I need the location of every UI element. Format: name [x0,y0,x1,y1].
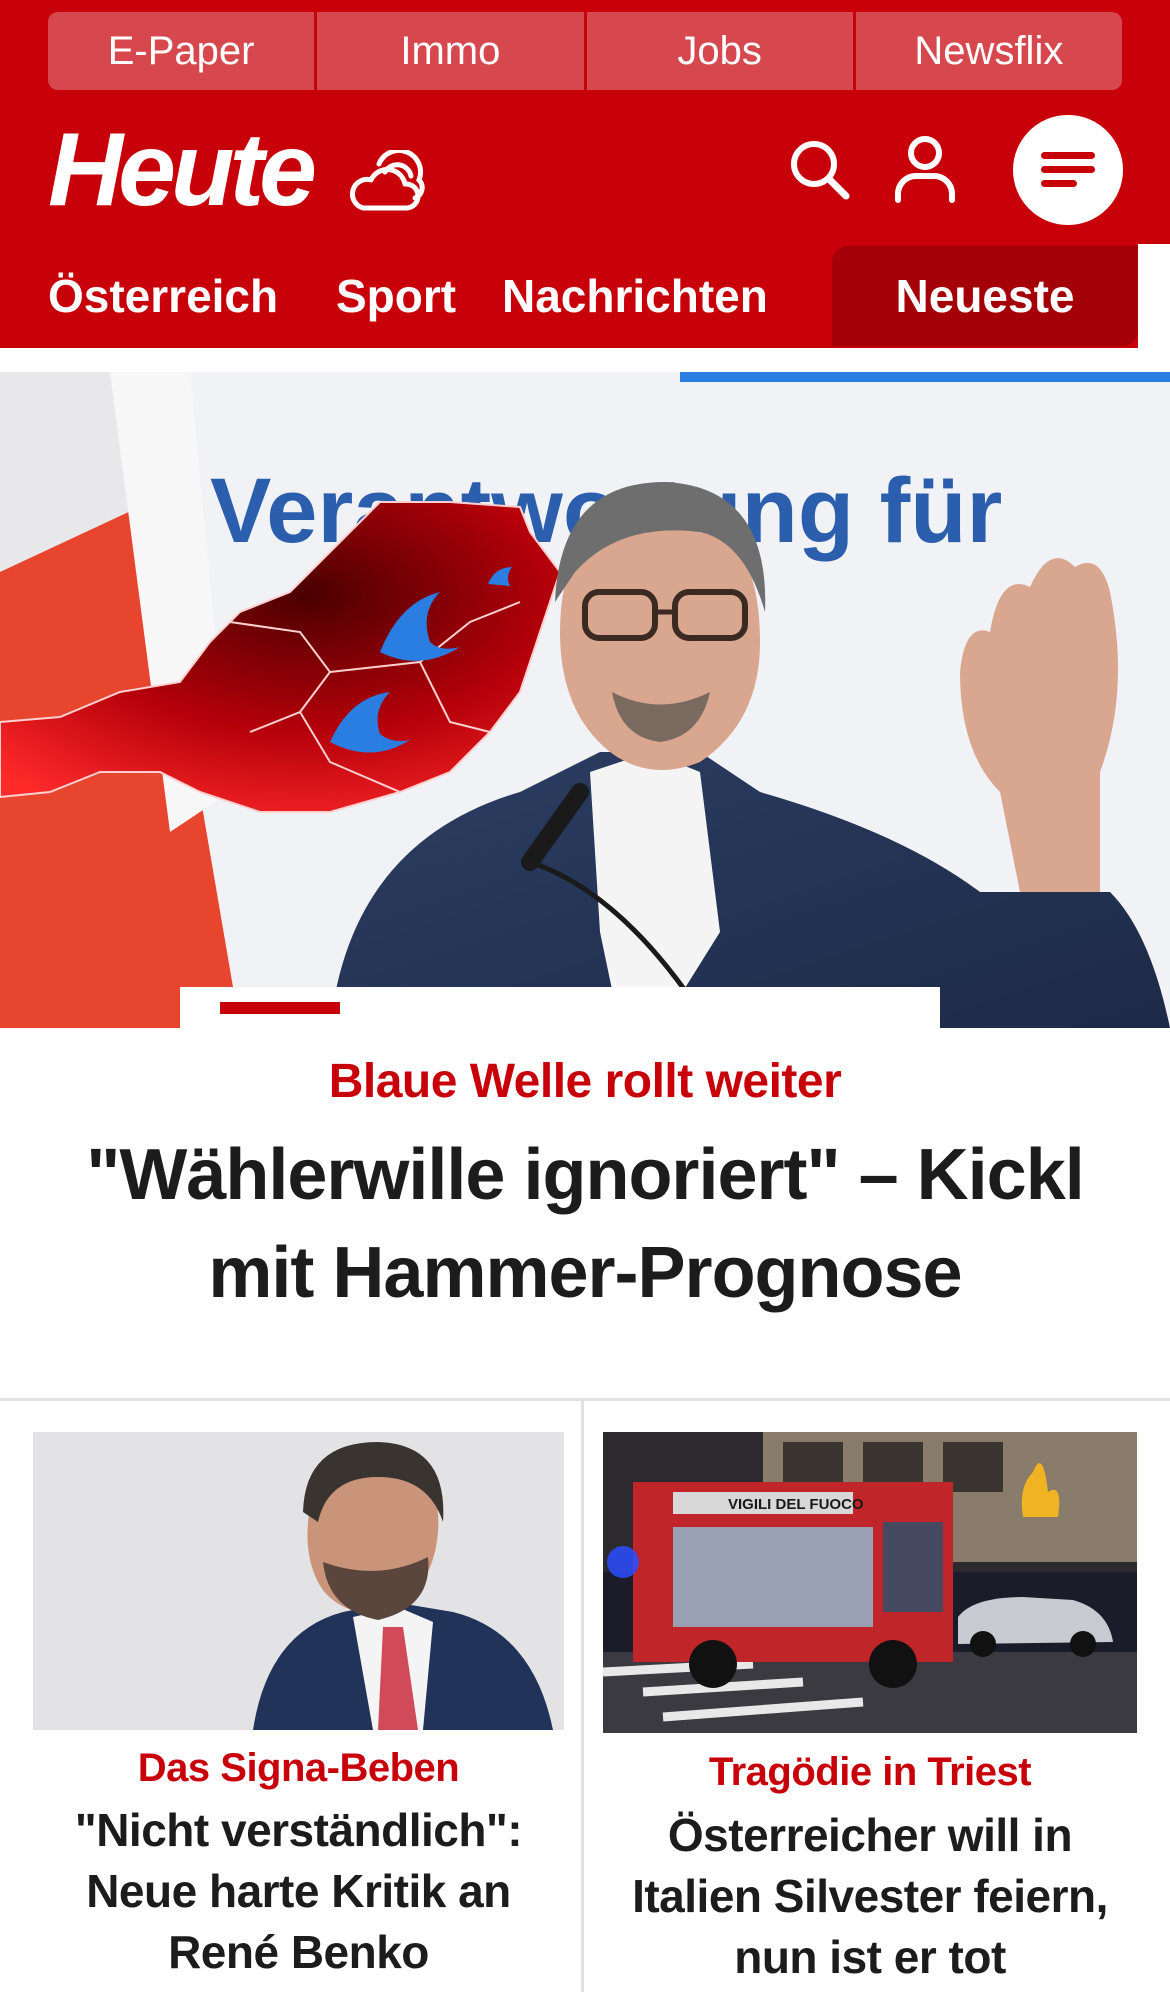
user-icon[interactable] [892,134,958,204]
card-headline-triest[interactable]: Österreicher will in Italien Silvester f… [603,1805,1137,1988]
card-headline-benko[interactable]: "Nicht verständlich": Neue harte Kritik … [33,1800,564,1983]
menu-button[interactable] [1013,115,1123,225]
nav-tab-sport[interactable]: Sport [336,244,456,348]
card-photo-fire-truck: VIGILI DEL FUOCO [603,1432,1137,1733]
card-image-triest[interactable]: VIGILI DEL FUOCO [603,1432,1137,1733]
hero-headline[interactable]: "Wählerwille ignoriert" – Kickl mit Hamm… [40,1126,1130,1322]
divider-horizontal [0,1398,1170,1401]
divider-vertical [581,1400,584,1992]
utility-link-epaper[interactable]: E-Paper [48,12,318,90]
nav-tab-neueste[interactable]: Neueste [832,246,1138,346]
nav-tab-oesterreich[interactable]: Österreich [48,244,278,348]
utility-link-immo[interactable]: Immo [317,12,587,90]
section-nav: Österreich Sport Nachrichten Neueste [0,244,1138,348]
site-header: E-Paper Immo Jobs Newsflix Heute Österre… [0,0,1170,348]
utility-link-jobs[interactable]: Jobs [586,12,856,90]
header-edge [1138,244,1170,348]
heute-logo[interactable]: Heute [48,118,317,222]
hero-photo-illustration: Verantwortung für [0,372,1170,1028]
card-kicker-triest[interactable]: Tragödie in Triest [603,1750,1137,1795]
search-icon[interactable] [786,136,852,202]
hero-image[interactable]: Verantwortung für [0,372,1170,1028]
hero-kicker[interactable]: Blaue Welle rollt weiter [0,1054,1170,1109]
utility-nav: E-Paper Immo Jobs Newsflix [48,12,1122,90]
cloud-sun-icon[interactable] [345,150,427,216]
card-image-benko[interactable] [33,1432,564,1730]
truck-text: VIGILI DEL FUOCO [728,1496,864,1513]
menu-icon [1041,152,1095,187]
card-kicker-benko[interactable]: Das Signa-Beben [33,1746,564,1791]
card-photo-portrait [33,1432,564,1730]
nav-tab-nachrichten[interactable]: Nachrichten [502,244,768,348]
utility-link-newsflix[interactable]: Newsflix [855,12,1122,90]
